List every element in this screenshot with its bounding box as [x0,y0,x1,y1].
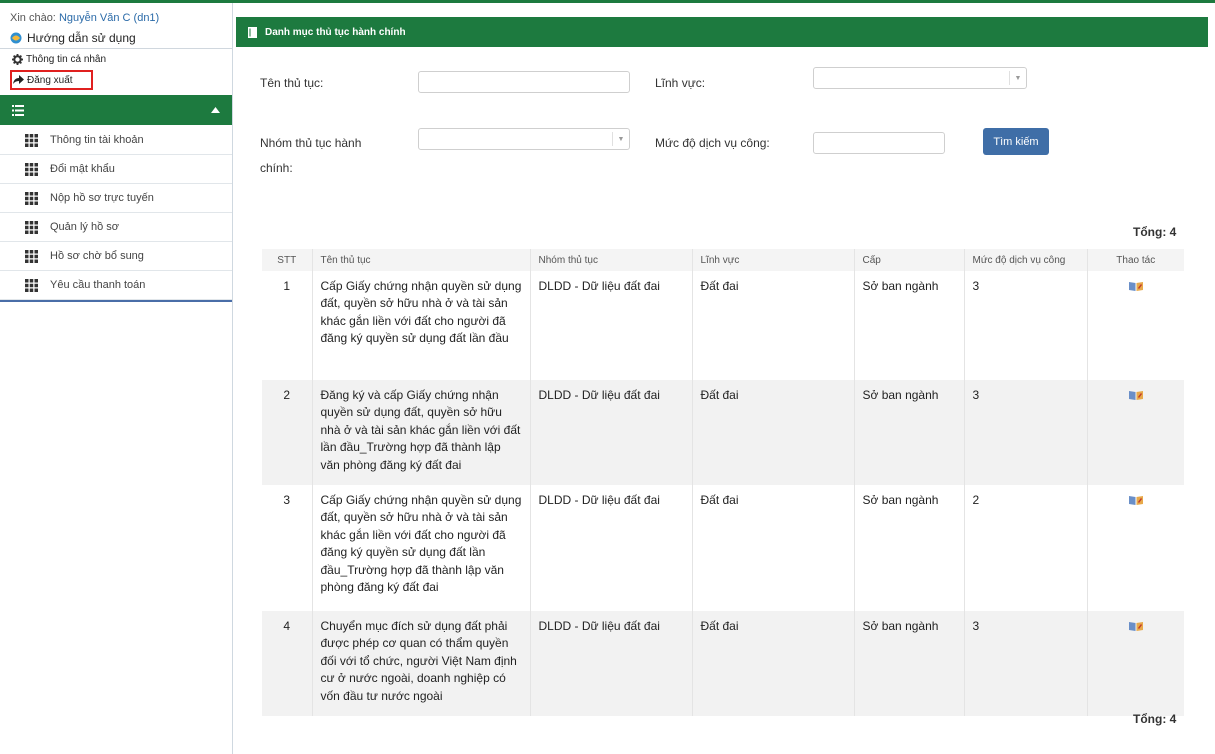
chevron-up-icon[interactable] [211,107,220,113]
cell-field: Đất đai [691,380,854,485]
user-name-link[interactable]: Nguyễn Văn C (dn1) [59,12,159,24]
profile-link[interactable]: Thông tin cá nhân [12,54,106,65]
grid-icon [25,162,38,176]
menu-item-manage-records[interactable]: Quản lý hồ sơ [0,213,232,242]
cell-actions [1086,271,1184,380]
search-button[interactable]: Tìm kiếm [983,128,1049,155]
cell-level: Sở ban ngành [853,485,964,611]
cell-level: Sở ban ngành [853,611,964,716]
procedure-name-label: Tên thủ tục: [260,76,324,90]
cell-level: Sở ban ngành [853,271,964,380]
table-row: 4 Chuyển mục đích sử dụng đất phải được … [262,611,1184,716]
divider [0,48,232,49]
cell-name: Cấp Giấy chứng nhận quyền sử dụng đất, q… [311,271,530,380]
panel-header: Danh mục thủ tục hành chính [236,17,1208,47]
open-book-action-icon[interactable] [1128,390,1143,400]
grid-icon [25,191,38,205]
grid-icon [25,249,38,263]
greeting: Xin chào: Nguyễn Văn C (dn1) [10,12,159,24]
procedures-table: STT Tên thủ tục Nhóm thủ tục Lĩnh vực Cấ… [262,249,1184,716]
col-header-field[interactable]: Lĩnh vực [691,249,854,271]
user-guide-label: Hướng dẫn sử dụng [27,31,136,45]
col-header-service[interactable]: Mức độ dịch vụ công [963,249,1087,271]
cell-name: Đăng ký và cấp Giấy chứng nhận quyền sử … [311,380,530,485]
group-label-line2: chính: [260,161,293,175]
greeting-label: Xin chào: [10,12,56,24]
open-book-action-icon[interactable] [1128,621,1143,631]
menu-item-pending-supplement[interactable]: Hồ sơ chờ bổ sung [0,242,232,271]
cell-name: Cấp Giấy chứng nhận quyền sử dụng đất, q… [311,485,530,611]
open-book-action-icon[interactable] [1128,495,1143,505]
field-select[interactable]: ▼ [813,67,1027,89]
procedure-name-input[interactable] [418,71,630,93]
menu-item-label: Thông tin tài khoản [50,134,144,146]
menu-item-change-password[interactable]: Đổi mật khẩu [0,155,232,184]
cell-group: DLDD - Dữ liệu đất đai [529,271,692,380]
menu-bottom-border [0,300,232,302]
cell-actions [1086,485,1184,611]
dropdown-arrow-icon: ▼ [612,132,629,146]
dropdown-arrow-icon: ▼ [1009,71,1026,85]
menu-item-online-submission[interactable]: Nộp hồ sơ trực tuyến [0,184,232,213]
col-header-group[interactable]: Nhóm thủ tục [529,249,692,271]
cell-group: DLDD - Dữ liệu đất đai [529,380,692,485]
total-count-top: Tổng: 4 [1133,225,1177,239]
book-icon [248,26,257,38]
table-row: 3 Cấp Giấy chứng nhận quyền sử dụng đất,… [262,485,1184,611]
cell-actions [1086,611,1184,716]
cell-service: 3 [963,380,1087,485]
grid-icon [25,133,38,147]
col-header-level[interactable]: Cấp [853,249,964,271]
cell-service: 2 [963,485,1087,611]
panel-title: Danh mục thủ tục hành chính [265,26,406,38]
cell-actions [1086,380,1184,485]
menu-item-payment-request[interactable]: Yêu cầu thanh toán [0,271,232,300]
col-header-actions: Thao tác [1086,249,1184,271]
menu-item-account-info[interactable]: Thông tin tài khoản [0,126,232,155]
cell-service: 3 [963,271,1087,380]
cell-stt: 1 [262,271,312,380]
table-row: 1 Cấp Giấy chứng nhận quyền sử dụng đất,… [262,271,1184,380]
field-label: Lĩnh vực: [655,76,706,90]
open-book-action-icon[interactable] [1128,281,1143,291]
sidebar-menu: Thông tin tài khoản Đổi mật khẩu Nộp hồ … [0,126,232,302]
gear-icon [12,54,23,65]
list-icon [12,104,24,116]
menu-item-label: Quản lý hồ sơ [50,221,119,233]
group-select[interactable]: ▼ [418,128,630,150]
menu-item-label: Đổi mật khẩu [50,163,115,175]
user-guide-link[interactable]: Hướng dẫn sử dụng [10,30,136,46]
col-header-stt[interactable]: STT [262,249,312,271]
cell-level: Sở ban ngành [853,380,964,485]
menu-item-label: Yêu cầu thanh toán [50,279,146,291]
cell-field: Đất đai [691,611,854,716]
cell-group: DLDD - Dữ liệu đất đai [529,611,692,716]
col-header-name[interactable]: Tên thủ tục [311,249,530,271]
service-level-label: Mức độ dịch vụ công: [655,136,770,150]
total-count-bottom: Tổng: 4 [1133,712,1177,726]
cell-field: Đất đai [691,485,854,611]
table-row: 2 Đăng ký và cấp Giấy chứng nhận quyền s… [262,380,1184,485]
profile-label: Thông tin cá nhân [26,54,107,65]
grid-icon [25,220,38,234]
cell-field: Đất đai [691,271,854,380]
logout-button[interactable]: Đăng xuất [10,70,93,90]
cell-stt: 3 [262,485,312,611]
table-header-row: STT Tên thủ tục Nhóm thủ tục Lĩnh vực Cấ… [262,249,1184,271]
menu-item-label: Hồ sơ chờ bổ sung [50,250,144,262]
menu-header[interactable] [0,95,232,125]
cell-name: Chuyển mục đích sử dụng đất phải được ph… [311,611,530,716]
menu-item-label: Nộp hồ sơ trực tuyến [50,192,154,204]
cell-service: 3 [963,611,1087,716]
help-globe-icon [10,32,22,44]
service-level-input[interactable] [813,132,945,154]
cell-stt: 2 [262,380,312,485]
grid-icon [25,278,38,292]
group-label-line1: Nhóm thủ tục hành [260,136,362,150]
logout-label: Đăng xuất [27,74,73,86]
cell-stt: 4 [262,611,312,716]
share-arrow-icon [13,75,24,84]
cell-group: DLDD - Dữ liệu đất đai [529,485,692,611]
sidebar: Xin chào: Nguyễn Văn C (dn1) Hướng dẫn s… [0,3,233,754]
